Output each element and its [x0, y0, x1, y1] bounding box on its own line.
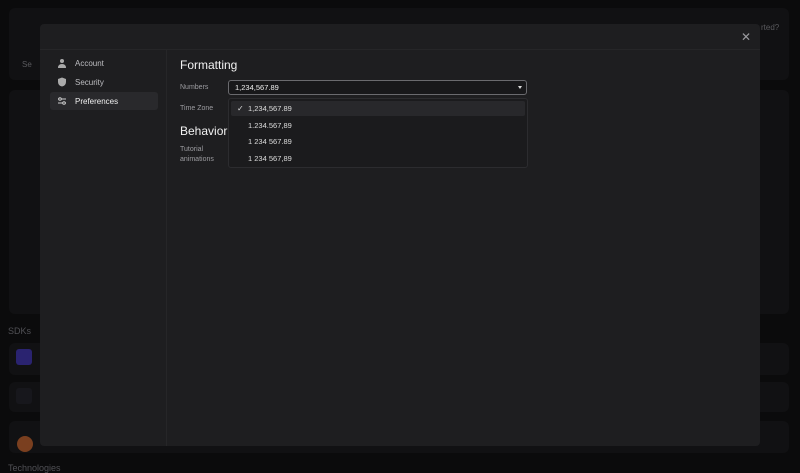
sidebar-item-security[interactable]: Security — [50, 73, 158, 91]
close-icon[interactable]: ✕ — [740, 31, 752, 43]
shield-icon — [58, 77, 66, 87]
settings-modal: ✕ Account Security Preferences Formattin… — [40, 24, 760, 446]
label-line: animations — [180, 156, 214, 163]
dotnet-icon — [16, 349, 32, 365]
numbers-select-value: 1,234,567.89 — [235, 83, 279, 92]
option-label: 1.234.567,89 — [248, 121, 292, 130]
preferences-content: Formatting Numbers 1,234,567.89 Time Zon… — [168, 50, 760, 446]
timezone-label: Time Zone — [180, 105, 214, 112]
modal-header: ✕ — [40, 24, 760, 50]
formatting-heading: Formatting — [180, 58, 238, 72]
sdk-logo-icon — [16, 388, 32, 404]
label-line: Tutorial — [180, 146, 204, 153]
technologies-heading: Technologies — [8, 463, 61, 473]
person-icon — [58, 59, 66, 68]
numbers-dropdown-menu: ✓ 1,234,567.89 1.234.567,89 1 234 567.89 … — [228, 98, 528, 168]
sidebar-item-preferences[interactable]: Preferences — [50, 92, 158, 110]
behavior-heading: Behavior — [180, 124, 228, 138]
dropdown-option[interactable]: ✓ 1,234,567.89 — [231, 101, 525, 116]
settings-sidebar: Account Security Preferences — [40, 50, 167, 446]
check-icon: ✓ — [237, 104, 244, 113]
option-label: 1,234,567.89 — [248, 104, 292, 113]
tutorial-animations-label: Tutorial animations — [180, 145, 214, 165]
sidebar-item-label: Account — [75, 58, 104, 68]
sidebar-item-label: Preferences — [75, 96, 119, 106]
background-search: Se — [22, 60, 32, 69]
numbers-label: Numbers — [180, 84, 209, 91]
sidebar-item-label: Security — [75, 77, 104, 87]
dropdown-option[interactable]: 1 234 567.89 — [231, 134, 525, 149]
option-label: 1 234 567,89 — [248, 154, 292, 163]
dropdown-option[interactable]: 1.234.567,89 — [231, 118, 525, 133]
dropdown-option[interactable]: 1 234 567,89 — [231, 151, 525, 166]
background-link: rted? — [761, 23, 780, 32]
numbers-select[interactable]: 1,234,567.89 — [228, 80, 527, 95]
option-label: 1 234 567.89 — [248, 137, 292, 146]
sdks-heading: SDKs — [8, 326, 32, 336]
caret-down-icon — [518, 86, 522, 89]
sidebar-item-account[interactable]: Account — [50, 54, 158, 72]
sliders-icon — [58, 97, 66, 105]
sdk-logo-icon — [17, 436, 33, 452]
